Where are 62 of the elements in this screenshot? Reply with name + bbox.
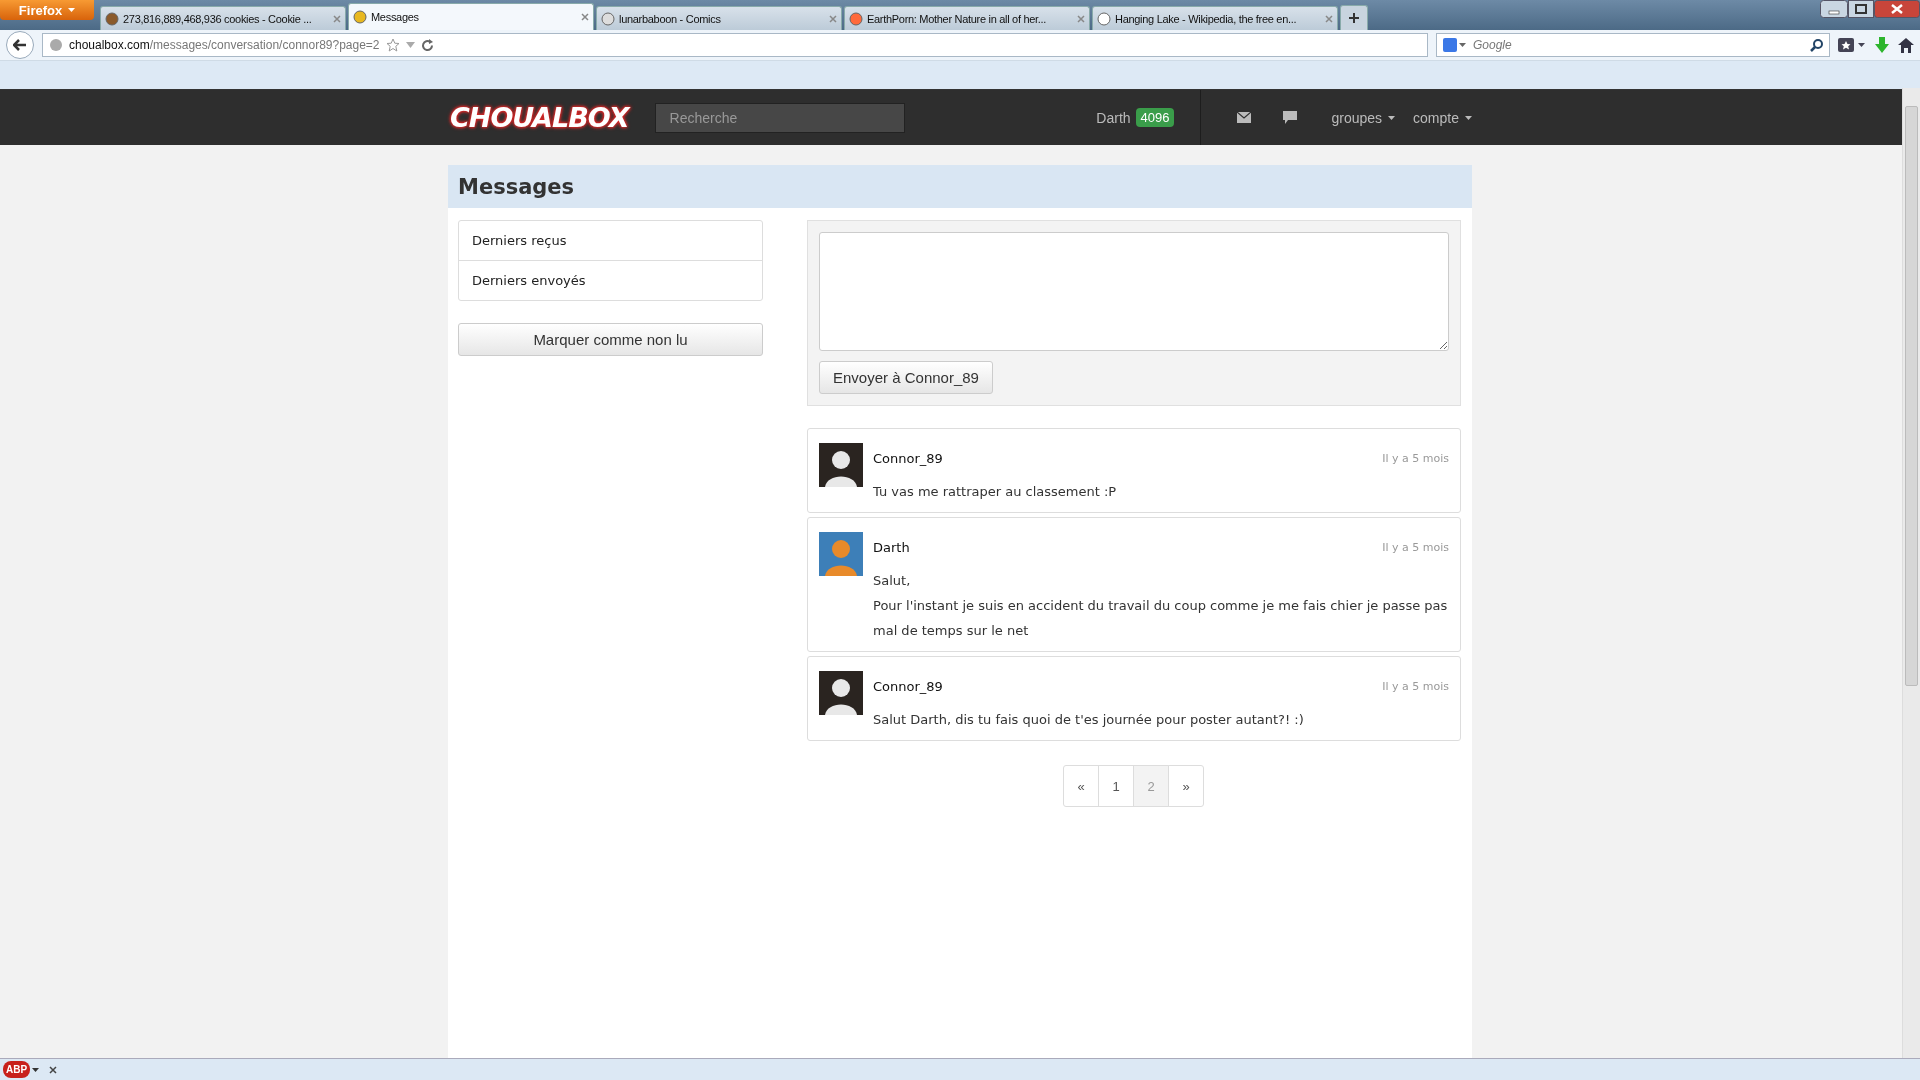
- page-link[interactable]: »: [1168, 765, 1204, 807]
- avatar-icon[interactable]: [819, 671, 863, 715]
- favicon-icon: [849, 11, 863, 26]
- site-search-field[interactable]: Recherche: [654, 102, 905, 133]
- author-name[interactable]: Connor_89: [873, 678, 943, 694]
- browser-tab[interactable]: 273,816,889,468,936 cookies - Cookie ...: [100, 6, 346, 30]
- message-time: Il y a 5 mois: [1382, 679, 1449, 693]
- plus-icon: [1349, 13, 1359, 23]
- nav-dropdown[interactable]: groupes: [1331, 109, 1396, 126]
- message-text: Tu vas me rattraper au classement :P: [873, 483, 1118, 501]
- score-badge: 4096: [1135, 108, 1175, 127]
- favicon-icon: [353, 10, 367, 24]
- back-button[interactable]: [6, 31, 34, 59]
- mark-unread-button[interactable]: Marquer comme non lu: [458, 323, 763, 356]
- maximize-icon[interactable]: [1848, 0, 1874, 18]
- home-icon[interactable]: [1898, 37, 1914, 53]
- chat-bubble-icon[interactable]: [1283, 111, 1298, 124]
- browser-tab[interactable]: lunarbaboon - Comics: [596, 6, 842, 30]
- site-logo[interactable]: CHOUALBOX: [450, 102, 629, 133]
- new-tab-button[interactable]: [1340, 5, 1368, 30]
- close-icon[interactable]: [581, 13, 589, 21]
- page-link[interactable]: «: [1063, 765, 1099, 807]
- author-name[interactable]: Darth: [873, 539, 910, 555]
- minimize-icon[interactable]: [1820, 0, 1848, 18]
- page-link[interactable]: 1: [1098, 765, 1134, 807]
- search-icon[interactable]: [1810, 38, 1823, 52]
- dropdown-icon[interactable]: [32, 1067, 40, 1072]
- search-engine-icon[interactable]: [1443, 38, 1467, 52]
- message-time: Il y a 5 mois: [1382, 451, 1449, 465]
- browser-tab[interactable]: EarthPorn: Mother Nature in all of her...: [844, 6, 1090, 30]
- favicon-icon: [601, 11, 615, 26]
- envelope-icon[interactable]: [1237, 112, 1252, 123]
- message-text: Pour l'instant je suis en accident du travail du coup comme je me fais chier je passe pas mal de temps sur le net: [873, 597, 1449, 640]
- avatar-icon[interactable]: [819, 443, 863, 487]
- caret-icon: [1465, 115, 1472, 120]
- folder-link[interactable]: Derniers envoyés: [459, 261, 762, 300]
- page-title: Messages: [458, 174, 575, 199]
- nav-dropdown[interactable]: compte: [1413, 109, 1472, 126]
- browser-tab[interactable]: Messages: [348, 3, 594, 30]
- message-text: Salut,: [873, 572, 912, 590]
- caret-icon: [68, 8, 76, 12]
- message-text: Salut Darth, dis tu fais quoi de t'es journée pour poster autant?! :): [873, 711, 1305, 729]
- bookmarks-icon[interactable]: [1838, 37, 1866, 53]
- favicon-icon: [105, 11, 119, 26]
- close-icon[interactable]: [49, 1065, 58, 1074]
- reload-icon[interactable]: [420, 38, 434, 52]
- username-link[interactable]: Darth: [1096, 109, 1131, 126]
- address-bar[interactable]: choualbox.com/messages/conversation/connor89?page=2: [42, 33, 1428, 57]
- message-input[interactable]: [819, 232, 1449, 351]
- folder-link[interactable]: Derniers reçus: [459, 221, 762, 261]
- back-arrow-icon: [13, 39, 27, 51]
- close-window-icon[interactable]: [1874, 0, 1920, 18]
- author-name[interactable]: Connor_89: [873, 450, 943, 466]
- caret-icon: [1388, 115, 1396, 120]
- adblock-icon[interactable]: ABP: [3, 1061, 31, 1078]
- send-button[interactable]: Envoyer à Connor_89: [819, 361, 993, 394]
- star-icon[interactable]: [385, 38, 400, 52]
- search-field[interactable]: Google: [1436, 33, 1830, 57]
- globe-icon: [49, 38, 63, 52]
- favicon-icon: [1097, 11, 1111, 26]
- browser-tab[interactable]: Hanging Lake - Wikipedia, the free en...: [1092, 6, 1338, 30]
- message-time: Il y a 5 mois: [1382, 540, 1449, 554]
